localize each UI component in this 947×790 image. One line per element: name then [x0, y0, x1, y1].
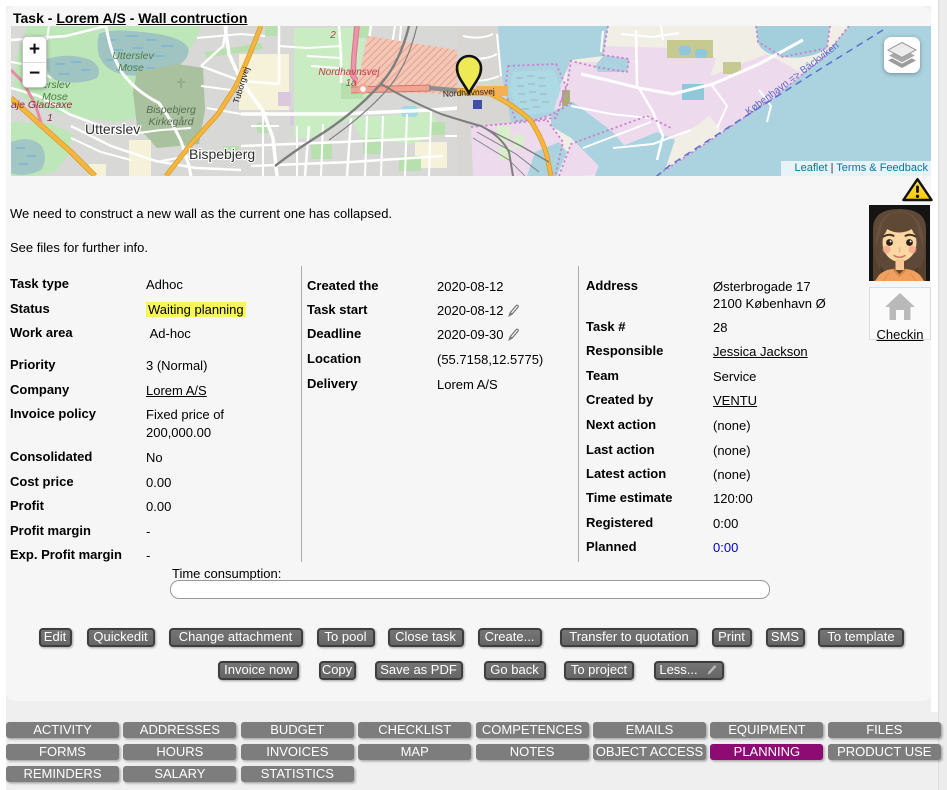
svg-text:Mose: Mose	[118, 62, 144, 74]
svg-text:Utterslev: Utterslev	[112, 50, 154, 62]
svg-text:Bispebjerg: Bispebjerg	[146, 104, 196, 116]
svg-text:Nordhavnsvej: Nordhavnsvej	[318, 67, 380, 78]
svg-text:1: 1	[47, 112, 53, 124]
svg-text:2: 2	[329, 30, 336, 41]
svg-text:Bispebjerg: Bispebjerg	[189, 146, 255, 162]
svg-text:1a: 1a	[345, 78, 357, 89]
svg-text:aje Gladsaxe: aje Gladsaxe	[11, 99, 72, 111]
svg-text:Utterslev: Utterslev	[85, 121, 140, 137]
svg-text:Kirkegård: Kirkegård	[149, 116, 195, 128]
